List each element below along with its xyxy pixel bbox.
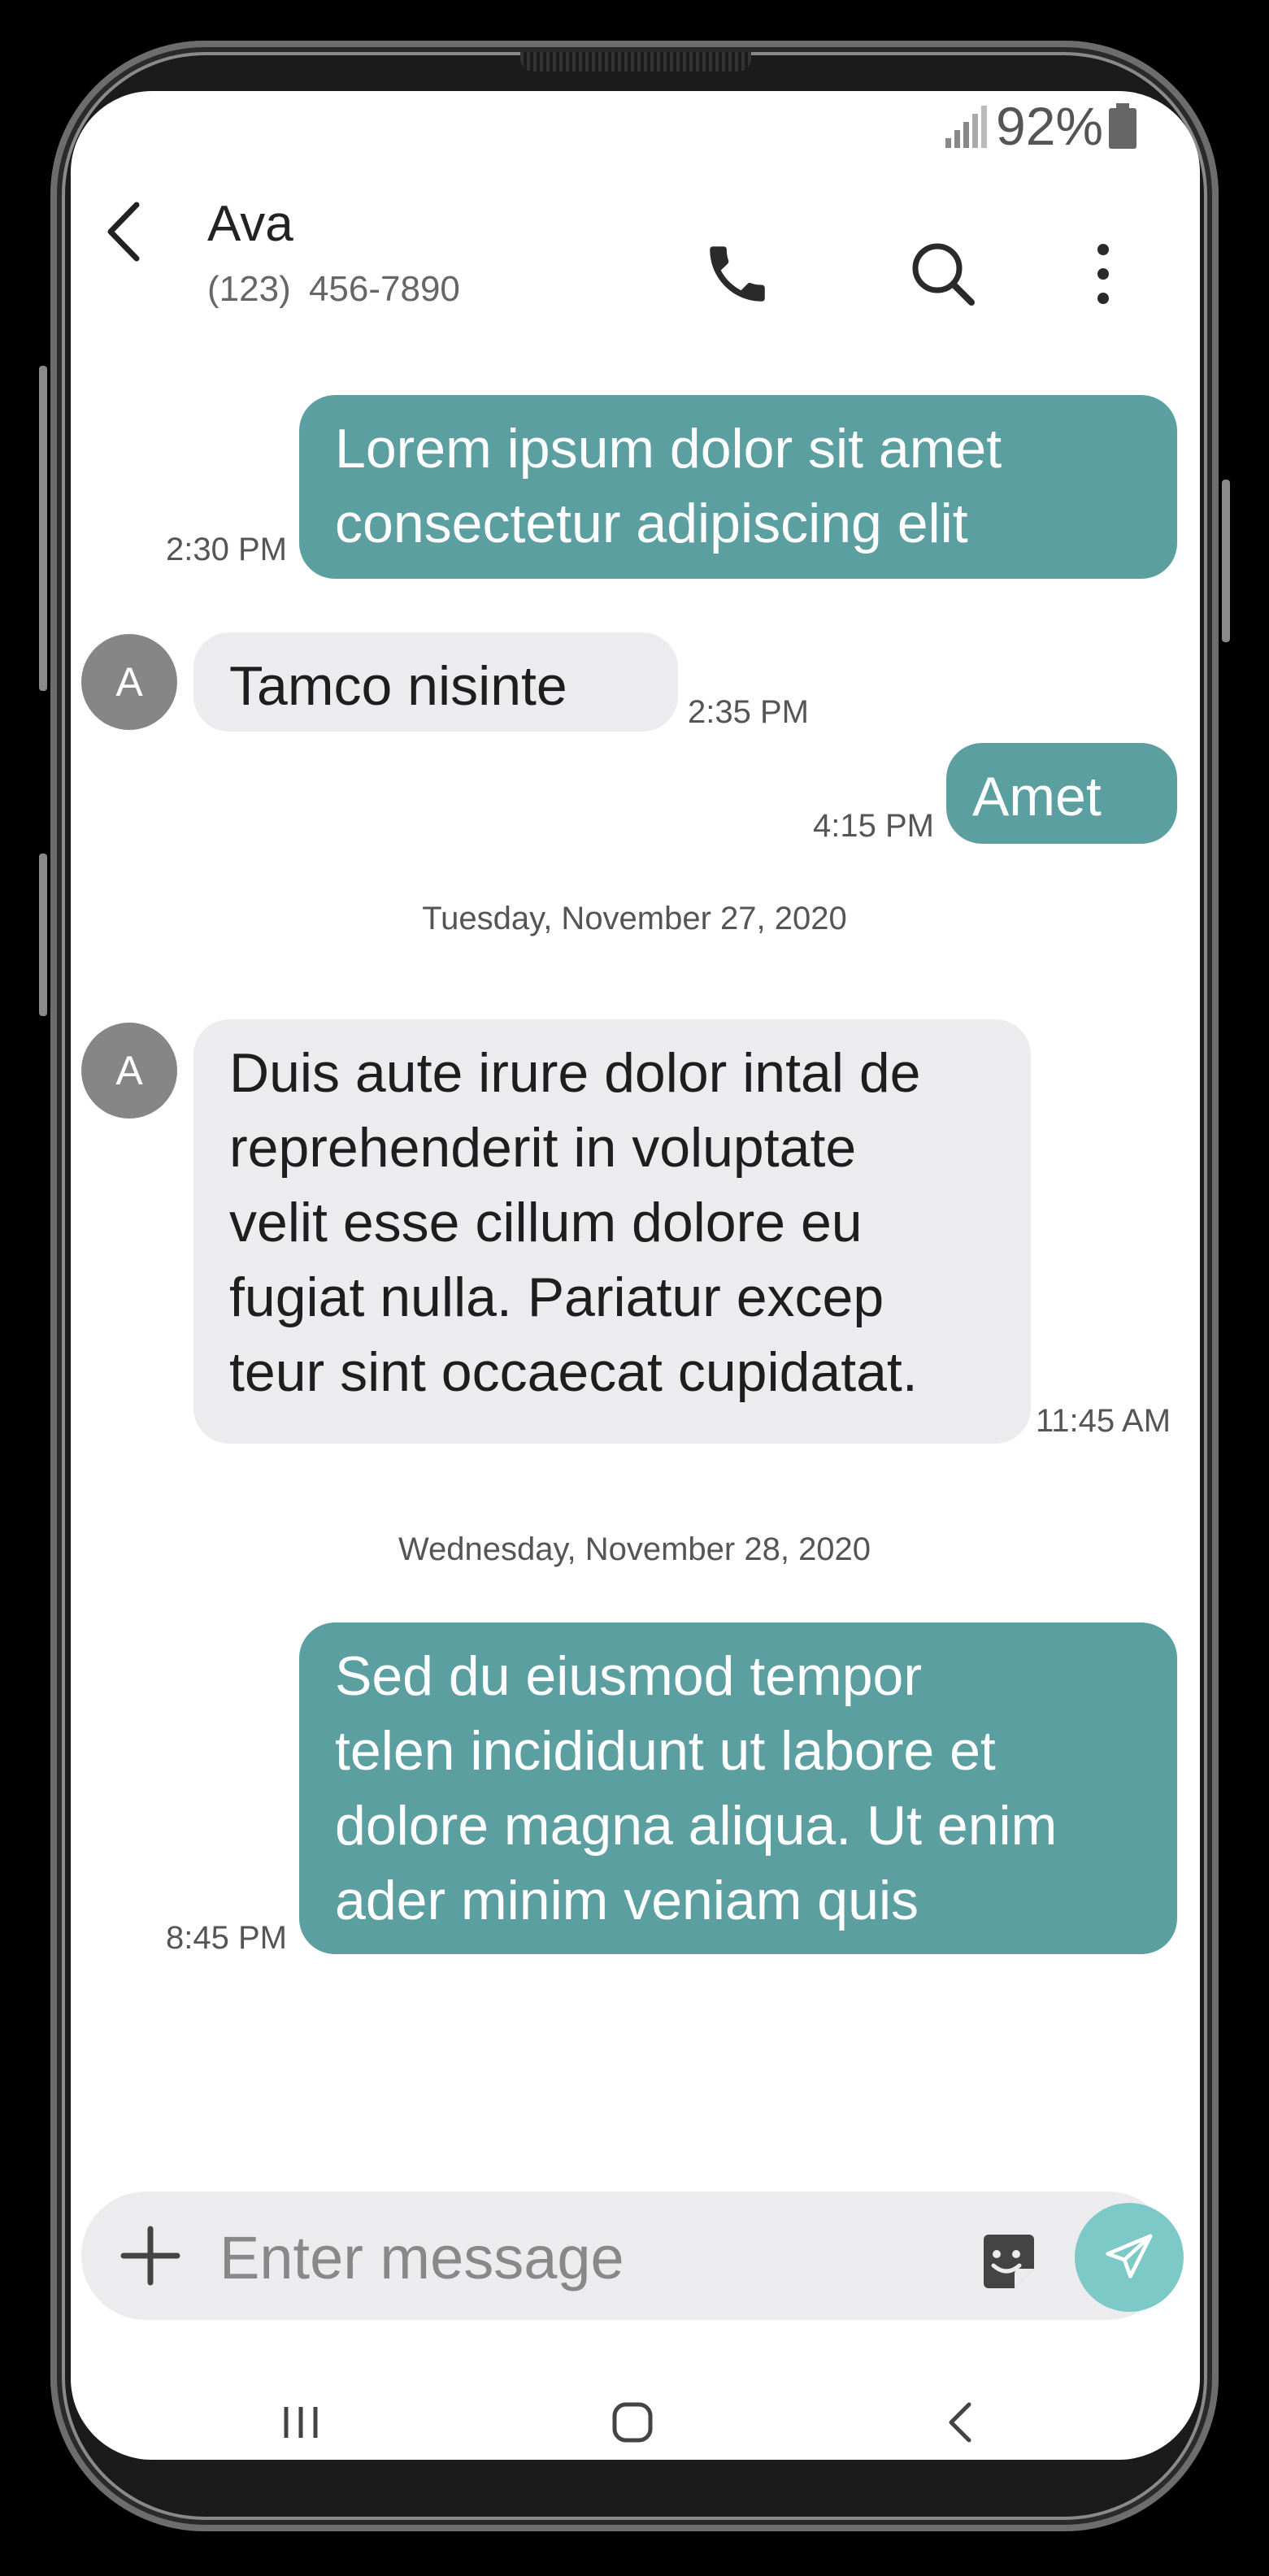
home-icon[interactable] xyxy=(600,2382,665,2463)
message-timestamp: 8:45 PM xyxy=(166,1920,287,1956)
message-text-line: velit esse cillum dolore eu xyxy=(229,1192,863,1253)
battery-icon xyxy=(1109,103,1136,149)
contact-number: (123) 456-7890 xyxy=(207,269,460,309)
signal-bars-icon xyxy=(945,106,987,148)
recent-apps-icon[interactable] xyxy=(268,2382,333,2463)
phone-icon[interactable] xyxy=(701,237,774,311)
send-icon xyxy=(1106,2234,1153,2278)
date-divider: Tuesday, November 27, 2020 xyxy=(422,901,847,936)
message-text-line: fugiat nulla. Pariatur excep xyxy=(229,1266,884,1328)
contact-name: Ava xyxy=(207,196,293,252)
date-divider: Wednesday, November 28, 2020 xyxy=(398,1531,871,1567)
message-text-line: Lorem ipsum dolor sit amet xyxy=(335,418,1002,480)
message-text-line: consectetur adipiscing elit xyxy=(335,493,968,554)
message-input[interactable] xyxy=(219,2217,951,2298)
outgoing-message-bubble[interactable]: Sed du eiusmod tempor telen incididunt u… xyxy=(299,1622,1177,1954)
incoming-message-bubble[interactable]: Tamco nisinte xyxy=(193,632,678,732)
nav-back-icon[interactable] xyxy=(928,2382,993,2463)
earpiece-speaker xyxy=(520,52,751,72)
bixby-button xyxy=(39,854,47,1016)
message-timestamp: 2:35 PM xyxy=(688,694,809,730)
message-text-line: Sed du eiusmod tempor xyxy=(335,1645,922,1707)
message-timestamp: 11:45 AM xyxy=(1036,1403,1171,1439)
send-button[interactable] xyxy=(1075,2203,1184,2312)
message-timestamp: 2:30 PM xyxy=(166,532,287,567)
incoming-message-bubble[interactable]: Duis aute irure dolor intal de reprehend… xyxy=(193,1019,1031,1444)
sticker-icon[interactable] xyxy=(974,2228,1039,2293)
avatar[interactable]: A xyxy=(81,634,177,730)
outgoing-message-bubble[interactable]: Lorem ipsum dolor sit amet consectetur a… xyxy=(299,395,1177,579)
battery-percent: 92% xyxy=(996,96,1104,156)
power-button xyxy=(1222,480,1230,642)
plus-icon[interactable] xyxy=(114,2219,187,2292)
message-text-line: ader minim veniam quis xyxy=(335,1870,919,1931)
search-icon[interactable] xyxy=(906,237,980,311)
message-text-line: Duis aute irure dolor intal de xyxy=(229,1042,921,1104)
outgoing-message-bubble[interactable]: Amet xyxy=(946,743,1177,844)
more-vertical-icon[interactable] xyxy=(1067,237,1140,311)
message-text-line: telen incididunt ut labore et xyxy=(335,1720,996,1782)
message-text-line: Tamco nisinte xyxy=(229,655,567,717)
message-timestamp: 4:15 PM xyxy=(813,808,934,844)
message-text-line: Amet xyxy=(972,766,1102,828)
back-arrow-icon[interactable] xyxy=(89,195,163,268)
message-text-line: reprehenderit in voluptate xyxy=(229,1117,857,1179)
avatar[interactable]: A xyxy=(81,1023,177,1119)
volume-button xyxy=(39,366,47,691)
message-text-line: teur sint occaecat cupidatat. xyxy=(229,1341,918,1403)
message-text-line: dolore magna aliqua. Ut enim xyxy=(335,1795,1058,1857)
